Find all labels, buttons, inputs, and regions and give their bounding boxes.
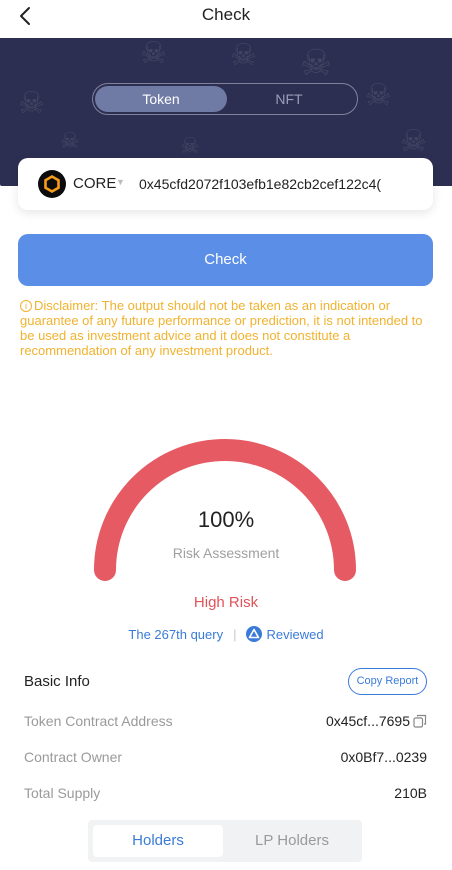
reviewed-link[interactable]: Reviewed <box>266 627 323 642</box>
info-row-contract-address: Token Contract Address 0x45cf...7695 <box>24 713 427 733</box>
info-label: Total Supply <box>24 785 101 801</box>
skull-pattern-icon: ☠ <box>140 38 167 70</box>
disclaimer-body: Disclaimer: The output should not be tak… <box>20 298 423 358</box>
copy-report-button[interactable]: Copy Report <box>348 668 427 695</box>
basic-info-title: Basic Info <box>24 673 90 690</box>
info-row-contract-owner: Contract Owner 0x0Bf7...0239 <box>24 749 427 769</box>
info-value: 0x45cf...7695 <box>326 713 427 729</box>
holders-tabs: Holders LP Holders <box>88 820 362 862</box>
chevron-down-icon[interactable]: ▼ <box>116 177 125 187</box>
info-value: 210B <box>394 785 427 801</box>
tab-lp-holders[interactable]: LP Holders <box>227 825 357 857</box>
info-row-total-supply: Total Supply 210B <box>24 785 427 805</box>
tab-holders[interactable]: Holders <box>93 825 223 857</box>
core-chain-icon[interactable] <box>38 170 66 198</box>
page-title: Check <box>201 5 251 24</box>
risk-level-text: High Risk <box>193 594 259 611</box>
info-icon: i <box>20 300 32 312</box>
skull-pattern-icon: ☠ <box>180 133 200 158</box>
divider: | <box>233 627 237 642</box>
chain-selector-label[interactable]: CORE <box>73 175 116 192</box>
skull-pattern-icon: ☠ <box>18 87 45 120</box>
tab-nft[interactable]: NFT <box>223 86 355 112</box>
risk-score: 100% <box>197 507 255 532</box>
check-button[interactable]: Check <box>18 234 433 286</box>
shield-check-icon <box>246 626 263 642</box>
query-review-row: The 267th query | Reviewed <box>0 626 452 642</box>
skull-pattern-icon: ☠ <box>230 39 257 72</box>
info-value: 0x0Bf7...0239 <box>340 749 427 765</box>
tab-token[interactable]: Token <box>95 86 227 112</box>
disclaimer-text: i Disclaimer: The output should not be ta… <box>20 298 430 358</box>
query-count-text: The 267th query <box>128 627 224 642</box>
token-nft-toggle: Token NFT <box>92 83 358 115</box>
contract-address-value: 0x45cf...7695 <box>325 713 410 729</box>
top-navigation-bar: Check <box>0 0 452 38</box>
address-search-card: CORE ▼ <box>18 158 433 210</box>
skull-pattern-icon: ☠ <box>60 128 80 153</box>
copy-icon[interactable] <box>413 714 427 728</box>
skull-pattern-icon: ☠ <box>365 79 392 112</box>
info-label: Token Contract Address <box>24 713 173 729</box>
info-label: Contract Owner <box>24 749 123 765</box>
skull-pattern-icon: ☠ <box>400 125 427 158</box>
contract-address-input[interactable] <box>139 169 425 199</box>
skull-pattern-icon: ☠ <box>300 42 333 83</box>
risk-assessment-label: Risk Assessment <box>172 545 280 561</box>
